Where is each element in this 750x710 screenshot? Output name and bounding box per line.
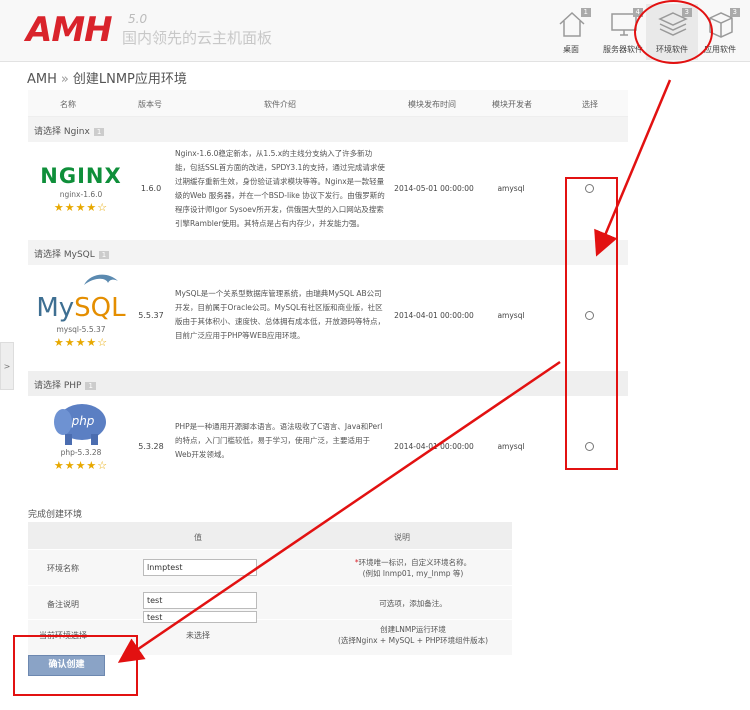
annotation-ellipse <box>634 0 713 64</box>
section-title: 请选择 MySQL <box>34 250 95 260</box>
dolphin-icon <box>84 274 118 285</box>
star-rating-icon: ★★★★☆ <box>53 459 109 472</box>
description-cell: Nginx-1.6.0稳定新本，从1.5.x的主线分支纳入了许多新功能，包括SS… <box>175 149 385 228</box>
nav-desktop[interactable]: 1 桌面 <box>545 4 597 60</box>
remark-input[interactable] <box>143 592 257 609</box>
description-cell: PHP是一种通用开源脚本语言。语法吸收了C语言、Java和Perl的特点，入门门… <box>175 422 383 459</box>
nav-badge: 3 <box>729 8 740 17</box>
date-cell: 2014-04-01 00:00:00 <box>394 442 474 451</box>
section-title: 请选择 PHP <box>34 381 82 391</box>
svg-text:php: php <box>71 414 95 428</box>
module-name: php-5.3.28 <box>60 448 102 457</box>
developer-cell: amysql <box>497 184 525 193</box>
col-name: 名称 <box>60 100 76 109</box>
col-value: 值 <box>194 533 202 542</box>
sidebar-toggle[interactable]: > <box>0 342 14 390</box>
nginx-logo: NGINX <box>40 164 122 188</box>
section-php: 请选择 PHP 1 <box>28 371 628 396</box>
col-note: 说明 <box>394 533 410 542</box>
section-badge: 1 <box>93 128 105 136</box>
logo-slogan: 国内领先的云主机面板 <box>122 29 273 47</box>
col-developer: 模块开发者 <box>492 100 532 109</box>
col-version: 版本号 <box>138 100 162 109</box>
autocomplete-suggestion[interactable]: test <box>143 611 257 623</box>
version-cell: 5.5.37 <box>138 311 164 320</box>
description-cell: MySQL是一个关系型数据库管理系统，由瑞典MySQL AB公司开发，目前属于O… <box>175 289 385 340</box>
version-cell: 5.3.28 <box>138 442 164 451</box>
section-badge: 1 <box>98 251 110 259</box>
current-selection-value: 未选择 <box>186 631 210 640</box>
form-row-env-name: 环境名称 *环境唯一标识，自定义环境名称。(例如 lnmp01, my_lnmp… <box>28 550 512 586</box>
table-row: MySQL mysql-5.5.37 ★★★★☆ 5.5.37 MySQL是一个… <box>28 265 628 371</box>
mysql-logo-cell: MySQL mysql-5.5.37 ★★★★☆ <box>36 274 126 349</box>
mysql-logo: MySQL <box>36 293 126 323</box>
form-header: 值 说明 <box>28 522 512 550</box>
section-nginx: 请选择 Nginx 1 <box>28 117 628 142</box>
developer-cell: amysql <box>497 311 525 320</box>
page-title: AMH» 创建LNMP应用环境 <box>27 68 187 87</box>
star-rating-icon: ★★★★☆ <box>53 336 109 349</box>
star-rating-icon: ★★★★☆ <box>53 201 109 214</box>
date-cell: 2014-04-01 00:00:00 <box>394 311 474 320</box>
logo-version: 5.0 <box>128 12 148 26</box>
version-cell: 1.6.0 <box>140 184 162 193</box>
section-mysql: 请选择 MySQL 1 <box>28 240 628 265</box>
developer-cell: amysql <box>497 442 525 451</box>
env-name-input[interactable] <box>143 559 257 576</box>
breadcrumb-current: 创建LNMP应用环境 <box>72 72 187 87</box>
env-name-label: 环境名称 <box>47 564 79 573</box>
date-cell: 2014-05-01 00:00:00 <box>394 184 474 193</box>
breadcrumb-separator: » <box>60 72 69 87</box>
env-name-note: *环境唯一标识，自定义环境名称。 (例如 lnmp01, my_lnmp 等) <box>354 558 472 578</box>
table-row: php php-5.3.28 ★★★★☆ 5.3.28 PHP是一种通用开源脚本… <box>28 396 628 496</box>
annotation-box-button <box>13 635 138 696</box>
nav-label: 桌面 <box>563 45 579 54</box>
col-select: 选择 <box>582 100 598 109</box>
annotation-box-radios <box>565 177 618 470</box>
component-table: 名称 版本号 软件介绍 模块发布时间 模块开发者 选择 请选择 Nginx 1 N… <box>28 90 628 496</box>
module-name: mysql-5.5.37 <box>56 325 106 334</box>
section-badge: 1 <box>85 382 96 390</box>
php-logo-cell: php php-5.3.28 ★★★★☆ <box>36 400 126 472</box>
col-release-date: 模块发布时间 <box>408 100 456 109</box>
table-row: NGINX nginx-1.6.0 ★★★★☆ 1.6.0 Nginx-1.6.… <box>28 142 628 240</box>
nav-badge: 1 <box>580 8 591 17</box>
form-row-remark: 备注说明 可选项，添加备注。 <box>28 586 512 620</box>
remark-note: 可选项，添加备注。 <box>379 599 447 608</box>
amh-logo[interactable]: AMH <box>26 10 113 50</box>
table-header: 名称 版本号 软件介绍 模块发布时间 模块开发者 选择 <box>28 90 628 117</box>
module-name: nginx-1.6.0 <box>59 190 103 199</box>
section-title: 请选择 Nginx <box>34 127 90 137</box>
php-elephant-icon: php <box>54 404 106 445</box>
current-selection-note: 创建LNMP运行环境 (选择Nginx + MySQL + PHP环境组件版本) <box>337 625 489 645</box>
nginx-logo-cell: NGINX nginx-1.6.0 ★★★★☆ <box>36 164 126 214</box>
col-description: 软件介绍 <box>264 100 296 109</box>
remark-label: 备注说明 <box>47 600 79 609</box>
breadcrumb-root[interactable]: AMH <box>27 72 57 87</box>
create-env-title: 完成创建环境 <box>28 510 83 520</box>
